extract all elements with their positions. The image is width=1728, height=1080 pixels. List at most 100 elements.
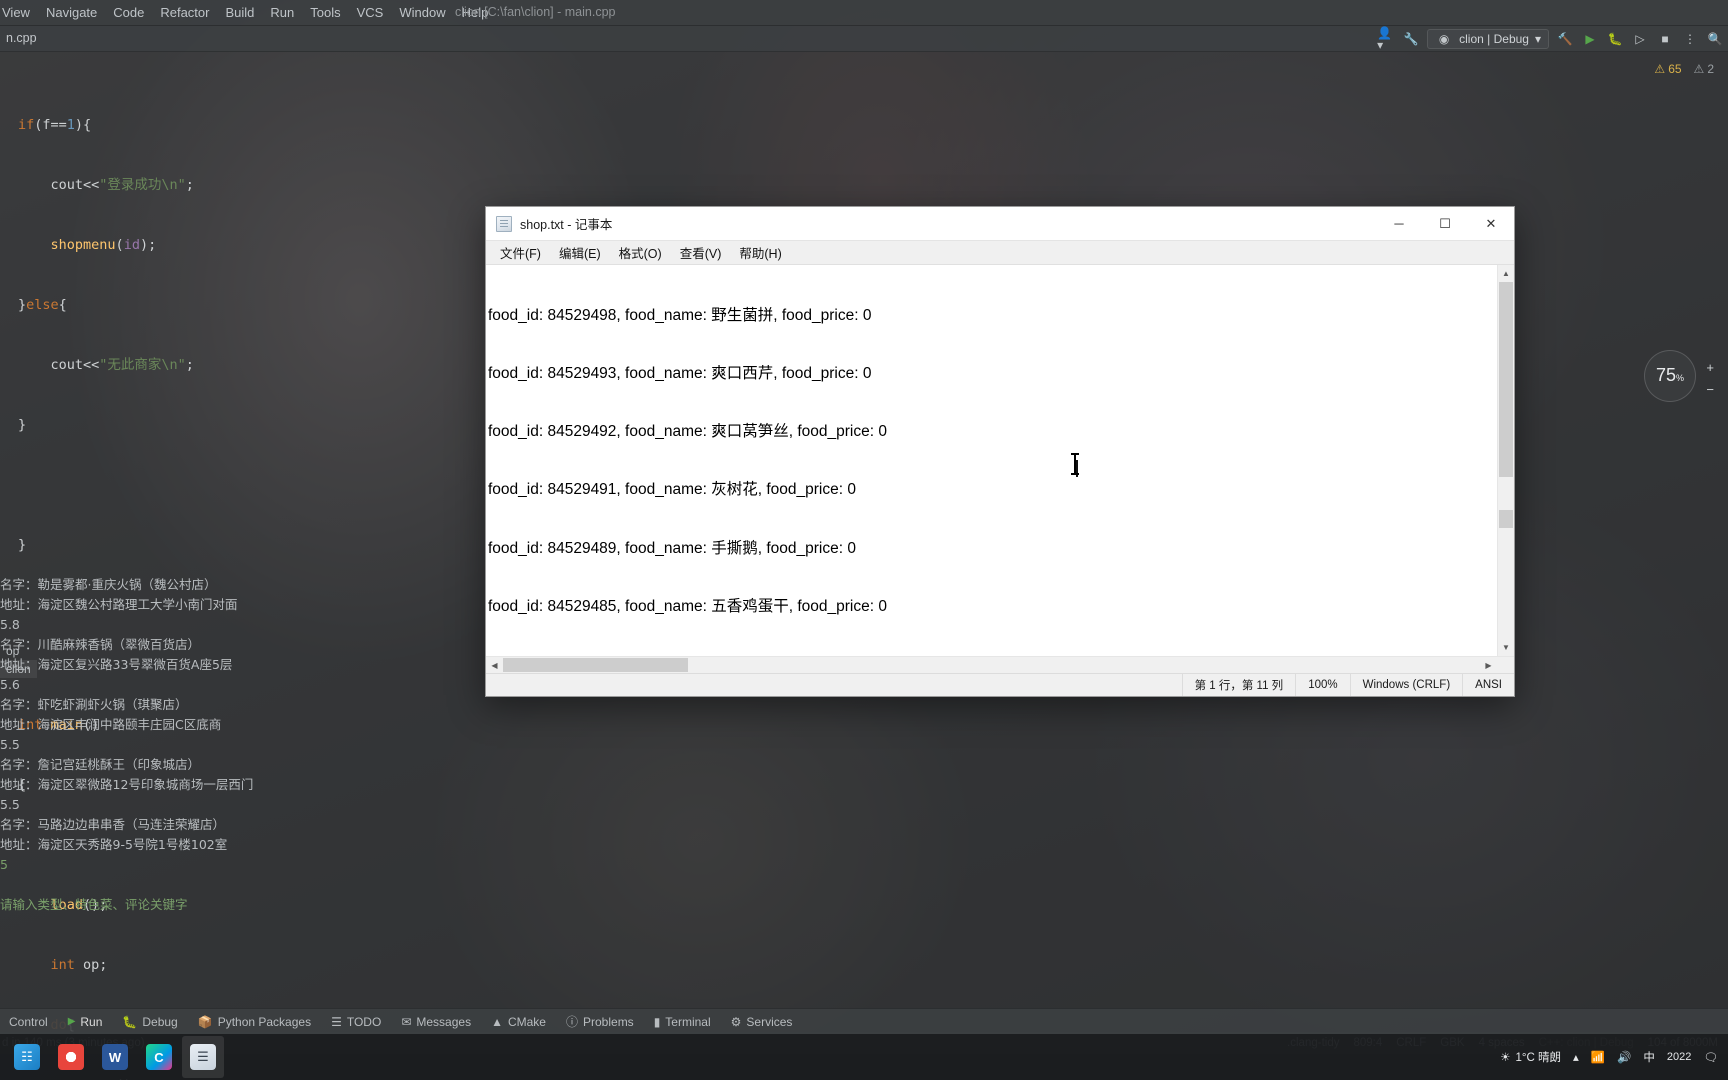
tool-window-run[interactable]: ▶ Run — [59, 1012, 112, 1032]
notepad-icon — [496, 215, 512, 232]
vertical-scroll-track[interactable] — [1498, 282, 1514, 639]
tool-window-terminal[interactable]: ▮ Terminal — [645, 1012, 720, 1032]
vertical-scrollbar[interactable]: ▲ ▼ — [1497, 265, 1514, 656]
tool-window-problems[interactable]: ⓘ Problems — [557, 1010, 643, 1033]
console-line: 5.8 — [0, 617, 20, 632]
text-line: food_id: 84529492, food_name: 爽口莴笋丝, foo… — [488, 423, 887, 441]
vertical-scroll-thumb-secondary[interactable] — [1499, 510, 1513, 528]
menu-edit[interactable]: 编辑(E) — [551, 241, 609, 264]
tool-window-control[interactable]: Control — [0, 1012, 57, 1032]
wrench-icon[interactable]: 🔧 — [1402, 30, 1420, 48]
horizontal-scrollbar[interactable]: ◀ ▶ — [486, 656, 1514, 673]
volume-icon[interactable]: 🔊 — [1617, 1050, 1631, 1064]
scroll-up-icon[interactable]: ▲ — [1498, 265, 1514, 282]
maximize-button[interactable]: ☐ — [1422, 207, 1468, 240]
debug-bug-icon[interactable]: 🐛 — [1606, 30, 1624, 48]
console-line: 地址：海淀区魏公村路理工大学小南门对面 — [0, 597, 238, 612]
close-button[interactable]: ✕ — [1468, 207, 1514, 240]
notepad-text-area[interactable]: food_id: 84529498, food_name: 野生菌拼, food… — [486, 265, 1497, 656]
search-everywhere-icon[interactable]: 🔍 — [1706, 30, 1724, 48]
horizontal-scroll-track[interactable] — [503, 657, 1480, 673]
tool-window-cmake[interactable]: ▲ CMake — [482, 1012, 555, 1032]
menu-item-view[interactable]: View — [0, 2, 38, 23]
tool-window-python-packages[interactable]: 📦 Python Packages — [189, 1012, 320, 1032]
menu-item-refactor[interactable]: Refactor — [152, 2, 217, 23]
more-actions-icon[interactable]: ⋮ — [1681, 30, 1699, 48]
taskbar-clion[interactable]: C — [138, 1036, 180, 1078]
taskbar-clock[interactable]: 2022 — [1667, 1050, 1691, 1064]
stop-icon[interactable]: ■ — [1656, 30, 1674, 48]
scroll-right-icon[interactable]: ▶ — [1480, 657, 1497, 673]
tool-window-todo[interactable]: ☰ TODO — [322, 1012, 390, 1032]
console-line: 名字：虾吃虾涮虾火锅（琪聚店） — [0, 697, 188, 712]
console-line: 地址：海淀区复兴路33号翠微百货A座5层 — [0, 657, 233, 672]
vertical-scroll-thumb[interactable] — [1499, 282, 1513, 477]
minimize-button[interactable]: ─ — [1376, 207, 1422, 240]
line-ending-indicator: Windows (CRLF) — [1349, 674, 1463, 696]
ide-window-title: clion [C:\fan\clion] - main.cpp — [455, 5, 616, 19]
text-line: food_id: 81669886, food_name: 百叶, food_p… — [488, 655, 1497, 656]
menu-format[interactable]: 格式(O) — [611, 241, 670, 264]
tool-window-debug[interactable]: 🐛 Debug — [113, 1012, 186, 1032]
run-config-label: clion | Debug — [1459, 32, 1529, 46]
warning-count-badge[interactable]: ⚠ 65 — [1654, 62, 1681, 76]
zoom-percent-sign: % — [1676, 373, 1685, 383]
scroll-down-icon[interactable]: ▼ — [1498, 639, 1514, 656]
text-line: food_id: 84529493, food_name: 爽口西芹, food… — [488, 365, 872, 383]
zoom-out-icon[interactable]: − — [1706, 382, 1714, 397]
console-line: 5.5 — [0, 737, 20, 752]
tool-window-bar: Control ▶ Run 🐛 Debug 📦 Python Packages ☰ TO… — [0, 1008, 1728, 1034]
run-play-icon[interactable]: ▶ — [1581, 30, 1599, 48]
window-controls: ─ ☐ ✕ — [1376, 207, 1514, 240]
build-hammer-icon[interactable]: 🔨 — [1556, 30, 1574, 48]
menu-help[interactable]: 帮助(H) — [731, 241, 789, 264]
menu-item-tools[interactable]: Tools — [302, 2, 348, 23]
console-line: 地址：海淀区翠微路12号印象城商场一层西门 — [0, 777, 254, 792]
notepad-title-text: shop.txt - 记事本 — [520, 218, 613, 232]
menu-item-vcs[interactable]: VCS — [349, 2, 392, 23]
tool-window-services[interactable]: ⚙ Services — [722, 1012, 802, 1032]
zoom-in-icon[interactable]: + — [1706, 360, 1714, 375]
menu-item-navigate[interactable]: Navigate — [38, 2, 105, 23]
notepad-window[interactable]: shop.txt - 记事本 ─ ☐ ✕ 文件(F) 编辑(E) 格式(O) 查… — [485, 206, 1515, 697]
run-console-output: 名字：勒是雾都·重庆火锅（魏公村店） 地址：海淀区魏公村路理工大学小南门对面 5… — [0, 575, 520, 915]
coverage-icon[interactable]: ▷ — [1631, 30, 1649, 48]
wifi-icon[interactable]: 📶 — [1591, 1050, 1605, 1064]
tool-window-messages[interactable]: ✉ Messages — [392, 1012, 480, 1032]
tray-overflow-icon[interactable]: ▴ — [1573, 1050, 1579, 1064]
notification-center-icon[interactable]: 🗨 — [1703, 1050, 1718, 1064]
editor-file-tab[interactable]: n.cpp — [0, 29, 43, 47]
console-line: 5.6 — [0, 677, 20, 692]
text-line: food_id: 84529498, food_name: 野生菌拼, food… — [488, 306, 872, 324]
zoom-indicator[interactable]: 100% — [1295, 674, 1349, 696]
menu-item-build[interactable]: Build — [217, 2, 262, 23]
console-line: 请输入类型、特色菜、评论关键字 — [0, 897, 188, 912]
ide-toolbar: n.cpp 👤▾ 🔧 ◉ clion | Debug ▾ 🔨 ▶ 🐛 ▷ ■ ⋮… — [0, 26, 1728, 52]
taskbar-notepad[interactable]: ☰ — [182, 1036, 224, 1078]
ide-menu-bar: View Navigate Code Refactor Build Run To… — [0, 0, 1728, 26]
menu-item-run[interactable]: Run — [262, 2, 302, 23]
zoom-value: 75 — [1655, 365, 1676, 385]
desktop-root: View Navigate Code Refactor Build Run To… — [0, 0, 1728, 1080]
taskbar-chrome[interactable] — [50, 1036, 92, 1078]
menu-item-code[interactable]: Code — [105, 2, 152, 23]
notepad-title-bar[interactable]: shop.txt - 记事本 ─ ☐ ✕ — [486, 207, 1514, 241]
user-account-icon[interactable]: 👤▾ — [1377, 27, 1395, 51]
weather-indicator[interactable]: ☀ 1°C 晴朗 — [1500, 1049, 1561, 1065]
weak-warning-count-badge[interactable]: ⚠ 2 — [1694, 62, 1714, 76]
console-line: 名字：马路边边串串香（马连洼荣耀店） — [0, 817, 226, 832]
debug-small-icon: 🐛 — [122, 1014, 138, 1029]
menu-view[interactable]: 查看(V) — [672, 241, 730, 264]
text-line: food_id: 84529491, food_name: 灰树花, food_… — [488, 481, 856, 499]
text-line: food_id: 84529485, food_name: 五香鸡蛋干, foo… — [488, 597, 887, 615]
ime-indicator[interactable]: 中 — [1643, 1049, 1655, 1065]
taskbar-word[interactable]: W — [94, 1036, 136, 1078]
scroll-left-icon[interactable]: ◀ — [486, 657, 503, 673]
run-configuration-selector[interactable]: ◉ clion | Debug ▾ — [1427, 29, 1549, 49]
menu-file[interactable]: 文件(F) — [492, 241, 549, 264]
system-tray: ☀ 1°C 晴朗 ▴ 📶 🔊 中 2022 🗨 — [1500, 1049, 1728, 1065]
console-line: 地址：海淀区天秀路9-5号院1号楼102室 — [0, 837, 228, 852]
menu-item-window[interactable]: Window — [391, 2, 453, 23]
taskbar-start-button[interactable]: ☷ — [6, 1036, 48, 1078]
horizontal-scroll-thumb[interactable] — [503, 658, 688, 672]
